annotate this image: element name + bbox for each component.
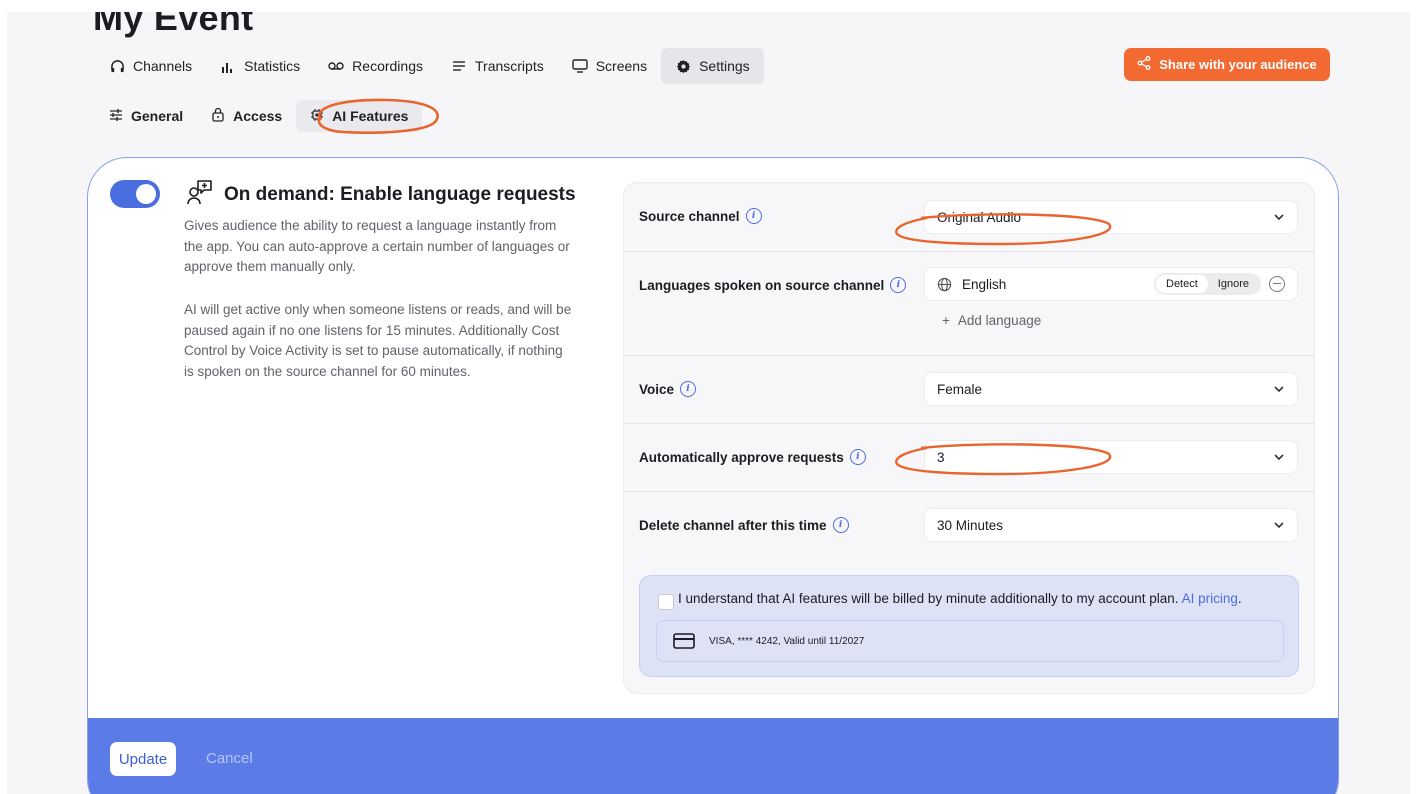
row-delete-after: Delete channel after this time i 30 Minut… (624, 491, 1314, 559)
auto-approve-value: 3 (937, 449, 945, 465)
tab-label: Screens (595, 58, 648, 74)
tab-channels[interactable]: Channels (95, 48, 206, 84)
update-button[interactable]: Update (110, 742, 176, 776)
row-voice: Voice i Female (624, 355, 1314, 424)
card-footer: Update Cancel (88, 718, 1338, 794)
add-language-button[interactable]: + Add language (942, 313, 1041, 328)
voice-value: Female (937, 381, 983, 397)
tab-label: Transcripts (475, 58, 544, 74)
gear-icon (675, 58, 691, 74)
subtab-label: General (131, 108, 184, 124)
settings-panel: Source channel i Original Audio Languages… (623, 182, 1315, 694)
tab-label: Recordings (352, 58, 423, 74)
remove-language-icon[interactable] (1269, 276, 1285, 292)
page-title: My Event (93, 12, 254, 38)
share-icon (1137, 56, 1151, 73)
lock-icon (211, 107, 225, 125)
tab-label: Statistics (244, 58, 301, 74)
voice-label: Voice i (639, 381, 697, 397)
ignore-option[interactable]: Ignore (1208, 275, 1259, 293)
tab-settings[interactable]: Settings (661, 48, 764, 84)
delete-after-label: Delete channel after this time i (639, 517, 849, 533)
payment-card-label: VISA, **** 4242, Valid until 11/2027 (709, 635, 865, 647)
voice-select[interactable]: Female (924, 372, 1298, 406)
language-name: English (962, 276, 1007, 292)
headphones-icon (109, 58, 125, 74)
detect-option[interactable]: Detect (1156, 275, 1208, 293)
source-channel-select[interactable]: Original Audio (924, 200, 1298, 234)
chip-icon (310, 108, 324, 125)
chevron-down-icon (1274, 454, 1284, 461)
billing-checkbox[interactable] (658, 594, 674, 610)
share-button-label: Share with your audience (1159, 57, 1317, 72)
language-mode-toggle: Detect Ignore (1154, 273, 1261, 295)
source-channel-value: Original Audio (937, 209, 1022, 225)
feature-toggle[interactable] (110, 180, 160, 208)
info-icon[interactable]: i (890, 277, 907, 293)
subtab-label: AI Features (332, 108, 409, 124)
globe-icon (937, 277, 952, 291)
tab-screens[interactable]: Screens (558, 48, 661, 84)
tab-transcripts[interactable]: Transcripts (437, 48, 558, 84)
source-channel-label: Source channel i (639, 208, 762, 224)
info-icon[interactable]: i (745, 208, 762, 224)
subtab-access[interactable]: Access (197, 100, 296, 132)
lines-icon (451, 58, 467, 74)
languages-label: Languages spoken on source channel i (639, 277, 907, 293)
feature-title: On demand: Enable language requests (224, 184, 576, 205)
chevron-down-icon (1274, 386, 1284, 393)
auto-approve-label: Automatically approve requests i (639, 449, 866, 465)
app-frame: My Event Channels Statistics Recordings … (7, 12, 1410, 794)
info-icon[interactable]: i (680, 381, 697, 397)
settings-subtabs: General Access AI Features (95, 100, 423, 132)
voicemail-icon (328, 58, 344, 74)
main-tabs: Channels Statistics Recordings Transcrip… (95, 48, 764, 84)
tab-statistics[interactable]: Statistics (206, 48, 314, 84)
billing-consent: I understand that AI features will be bi… (639, 575, 1299, 677)
share-button[interactable]: Share with your audience (1124, 48, 1330, 81)
chevron-down-icon (1274, 214, 1284, 221)
feature-description-ai: AI will get active only when someone lis… (184, 302, 572, 379)
subtab-ai-features[interactable]: AI Features (296, 100, 423, 132)
delete-after-value: 30 Minutes (937, 517, 1004, 533)
bar-chart-icon (220, 58, 236, 74)
tab-label: Channels (133, 58, 193, 74)
auto-approve-select[interactable]: 3 (924, 440, 1298, 474)
plus-icon: + (942, 313, 950, 328)
toggle-knob (136, 184, 156, 204)
tab-label: Settings (699, 58, 750, 74)
subtab-label: Access (233, 108, 283, 124)
row-languages: Languages spoken on source channel i Engl… (624, 251, 1314, 356)
tab-recordings[interactable]: Recordings (314, 48, 437, 84)
subtab-general[interactable]: General (95, 100, 197, 132)
delete-after-select[interactable]: 30 Minutes (924, 508, 1298, 542)
ai-pricing-link[interactable]: AI pricing (1182, 591, 1238, 606)
row-auto-approve: Automatically approve requests i 3 (624, 423, 1314, 492)
sliders-icon (109, 108, 123, 125)
cancel-button[interactable]: Cancel (206, 750, 253, 767)
monitor-icon (572, 58, 588, 74)
row-source-channel: Source channel i Original Audio (624, 183, 1314, 252)
info-icon[interactable]: i (849, 449, 866, 465)
language-request-icon (187, 180, 212, 205)
info-icon[interactable]: i (832, 517, 849, 533)
credit-card-icon (673, 633, 695, 649)
feature-card: On demand: Enable language requests Give… (87, 157, 1339, 794)
chevron-down-icon (1274, 522, 1284, 529)
payment-card[interactable]: VISA, **** 4242, Valid until 11/2027 (656, 620, 1284, 662)
feature-description: Gives audience the ability to request a … (184, 218, 570, 274)
language-item: English Detect Ignore (924, 267, 1298, 301)
billing-text: I understand that AI features will be bi… (678, 591, 1242, 606)
